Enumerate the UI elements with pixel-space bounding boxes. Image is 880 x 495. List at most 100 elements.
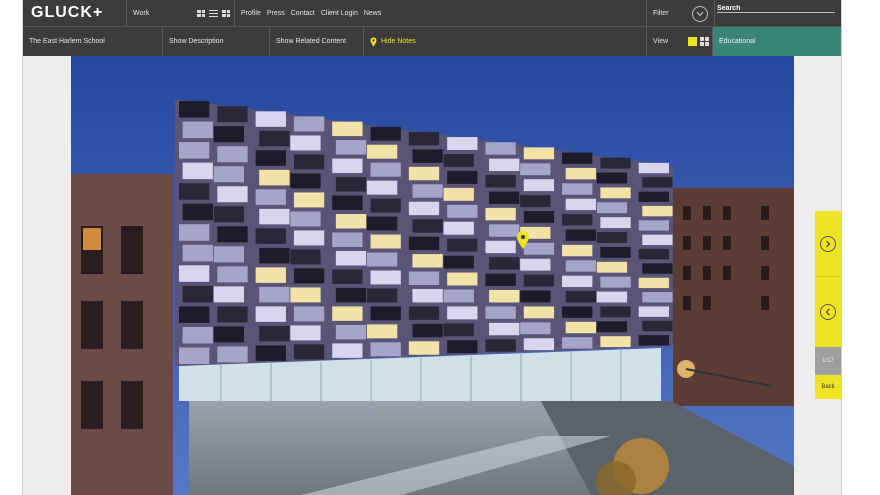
- facade-panel: [290, 249, 321, 265]
- facade-panel: [213, 326, 245, 343]
- facade-panel: [412, 323, 443, 338]
- grid-view-icon[interactable]: [700, 37, 710, 46]
- facade-panel: [332, 269, 363, 284]
- facade-panel: [179, 142, 210, 159]
- facade-panel: [447, 306, 478, 320]
- facade-panel: [213, 286, 245, 303]
- facade-panel: [290, 211, 321, 227]
- facade-panel: [182, 285, 213, 303]
- facade-panel: [489, 290, 520, 303]
- facade-panel: [179, 224, 210, 241]
- facade-panel: [443, 221, 474, 235]
- facade-panel: [366, 180, 398, 195]
- facade-panel: [443, 289, 474, 303]
- search-box: [715, 0, 841, 27]
- filter-label: Filter: [653, 9, 669, 17]
- nav-profile[interactable]: Profile: [241, 10, 261, 17]
- facade-panel: [408, 131, 440, 146]
- facade-panel: [523, 179, 555, 192]
- facade-panel: [366, 324, 398, 339]
- facade-panel: [447, 204, 478, 218]
- nav-contact[interactable]: Contact: [291, 10, 315, 17]
- facade-panel: [562, 152, 593, 164]
- facade-panel: [489, 158, 520, 172]
- facade-panel: [217, 306, 248, 323]
- facade-panel: [335, 140, 367, 155]
- facade-panel: [447, 272, 478, 286]
- filter-button[interactable]: Filter: [647, 0, 715, 26]
- facade-panel: [447, 238, 478, 252]
- facade-panel: [293, 306, 325, 322]
- logo[interactable]: GLUCK+: [23, 0, 127, 26]
- hide-notes-button[interactable]: Hide Notes: [364, 27, 647, 56]
- facade-panel: [638, 162, 669, 174]
- facade-panel: [443, 255, 474, 269]
- hide-notes-label: Hide Notes: [381, 38, 416, 45]
- facade-panel: [335, 287, 367, 303]
- facade-panel: [290, 135, 321, 151]
- facade-panel: [600, 157, 631, 169]
- facade-panel: [485, 175, 516, 188]
- facade-panel: [293, 116, 325, 132]
- single-view-icon[interactable]: [688, 37, 698, 46]
- facade-panel: [642, 320, 673, 332]
- facade-panel: [565, 229, 596, 241]
- facade-panel: [293, 192, 325, 208]
- facade-panel: [217, 146, 248, 163]
- facade-panel: [596, 202, 628, 214]
- facade-panel: [412, 149, 443, 163]
- facade-panel: [485, 142, 516, 155]
- facade-panel: [562, 183, 593, 195]
- facade-panel: [596, 291, 628, 303]
- facade-panel: [290, 173, 321, 189]
- tile-view-icon[interactable]: [222, 9, 231, 17]
- facade-panel: [485, 306, 516, 319]
- list-view-icon[interactable]: [209, 9, 219, 17]
- facade-panel: [523, 306, 555, 319]
- chevron-down-icon[interactable]: [692, 6, 708, 22]
- facade-panel: [412, 288, 443, 303]
- facade-panel: [520, 195, 551, 208]
- back-button[interactable]: Back: [815, 375, 841, 399]
- facade-panel: [485, 240, 516, 254]
- facade-panel: [332, 343, 363, 358]
- work-menu[interactable]: Work: [127, 0, 235, 26]
- work-label[interactable]: Work: [133, 10, 149, 17]
- view-label: View: [653, 38, 669, 45]
- facade-panel: [489, 224, 520, 237]
- view-toggle: View: [647, 27, 713, 56]
- facade-panel: [293, 268, 325, 284]
- facade-panel: [366, 144, 398, 159]
- facade-panel: [217, 226, 248, 243]
- category-tag[interactable]: Educational: [713, 27, 841, 56]
- facade-panel: [332, 158, 363, 174]
- facade-panel: [600, 276, 631, 288]
- facade-panel: [408, 166, 440, 181]
- facade-panel: [182, 203, 213, 221]
- search-input[interactable]: [717, 5, 835, 13]
- facade-panel: [332, 195, 363, 211]
- facade-panel: [638, 277, 669, 289]
- facade-panel: [600, 187, 631, 199]
- next-button[interactable]: [815, 211, 841, 277]
- facade-panel: [485, 207, 516, 221]
- facade-panel: [565, 291, 596, 303]
- grid-view-icon[interactable]: [197, 9, 206, 17]
- facade-panel: [523, 242, 555, 255]
- facade-panel: [213, 126, 245, 143]
- nav-press[interactable]: Press: [267, 10, 285, 17]
- facade-panel: [638, 335, 669, 346]
- show-description-button[interactable]: Show Description: [163, 27, 270, 56]
- facade-panel: [332, 306, 363, 321]
- slide-controls: 1/17 Back: [815, 211, 841, 399]
- facade-panel: [293, 154, 325, 170]
- facade-panel: [255, 267, 286, 283]
- previous-button[interactable]: [815, 277, 841, 347]
- facade-panel: [182, 244, 213, 262]
- show-related-button[interactable]: Show Related Content: [270, 27, 364, 56]
- facade-panel: [520, 290, 551, 303]
- nav-news[interactable]: News: [364, 10, 382, 17]
- facade-panel: [412, 219, 443, 233]
- nav-client-login[interactable]: Client Login: [321, 10, 358, 17]
- facade-panel: [335, 324, 367, 340]
